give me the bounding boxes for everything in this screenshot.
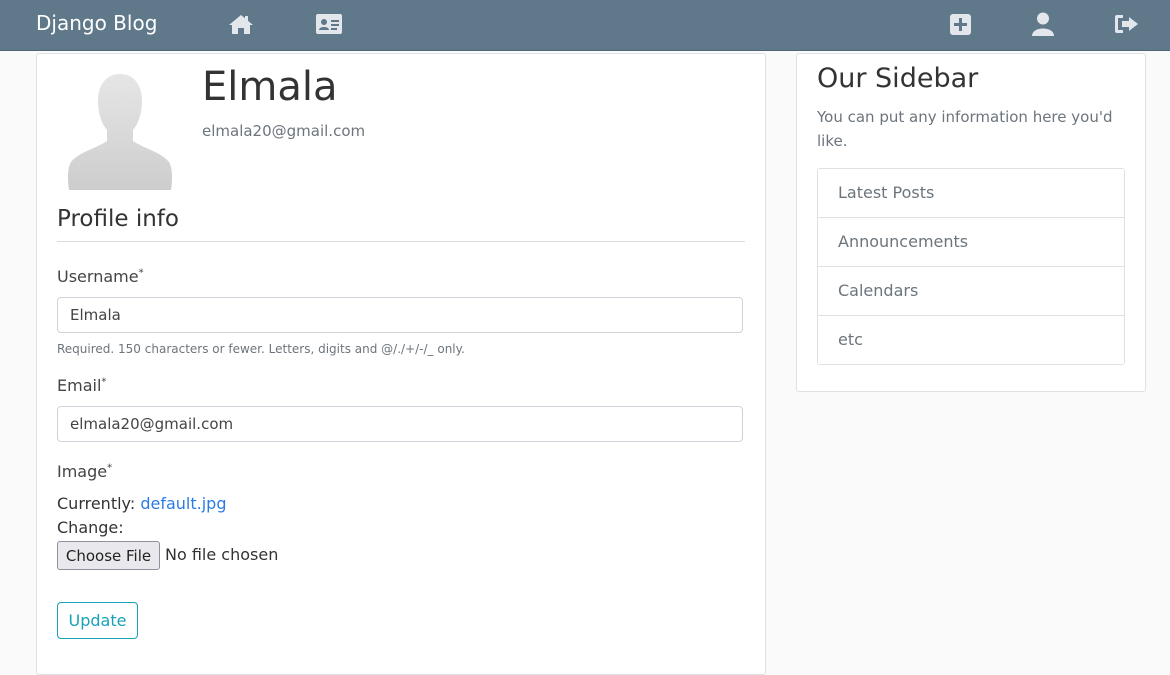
plus-square-icon[interactable] (947, 11, 973, 37)
currently-row: Currently: default.jpg (57, 494, 226, 513)
current-file-link[interactable]: default.jpg (140, 494, 226, 513)
sign-out-icon[interactable] (1114, 11, 1140, 37)
currently-label: Currently: (57, 494, 136, 513)
username-label-text: Username (57, 267, 139, 286)
choose-file-button[interactable]: Choose File (57, 541, 160, 570)
sidebar-item-announcements[interactable]: Announcements (818, 217, 1124, 266)
image-label: Image* (57, 462, 112, 481)
user-icon[interactable] (1030, 11, 1056, 37)
home-icon[interactable] (228, 11, 254, 37)
username-required-mark: * (138, 267, 144, 279)
username-label: Username* (57, 267, 144, 286)
change-label: Change: (57, 518, 124, 537)
sidebar-card: Our Sidebar You can put any information … (796, 53, 1146, 392)
sidebar-list: Latest Posts Announcements Calendars etc (817, 168, 1125, 365)
sidebar-title: Our Sidebar (817, 63, 979, 94)
sidebar-item-latest-posts[interactable]: Latest Posts (818, 169, 1124, 217)
username-help: Required. 150 characters or fewer. Lette… (57, 342, 465, 356)
profile-email: elmala20@gmail.com (202, 122, 366, 140)
profile-card: Elmala elmala20@gmail.com Profile info U… (36, 53, 766, 675)
form-legend: Profile info (57, 206, 179, 232)
navbar: Django Blog (0, 0, 1170, 51)
brand-link[interactable]: Django Blog (36, 11, 157, 35)
legend-divider (57, 241, 745, 242)
sidebar-item-calendars[interactable]: Calendars (818, 266, 1124, 315)
avatar (67, 74, 173, 190)
email-input[interactable] (57, 406, 743, 442)
update-button[interactable]: Update (57, 602, 138, 639)
sidebar-item-etc[interactable]: etc (818, 315, 1124, 364)
image-required-mark: * (107, 462, 113, 474)
contact-card-icon[interactable] (316, 11, 342, 37)
profile-name: Elmala (202, 64, 338, 110)
file-status-text: No file chosen (165, 545, 279, 564)
username-input[interactable] (57, 297, 743, 333)
email-required-mark: * (101, 376, 107, 388)
email-label: Email* (57, 376, 106, 395)
image-label-text: Image (57, 462, 108, 481)
email-label-text: Email (57, 376, 102, 395)
sidebar-description: You can put any information here you'd l… (817, 108, 1113, 150)
